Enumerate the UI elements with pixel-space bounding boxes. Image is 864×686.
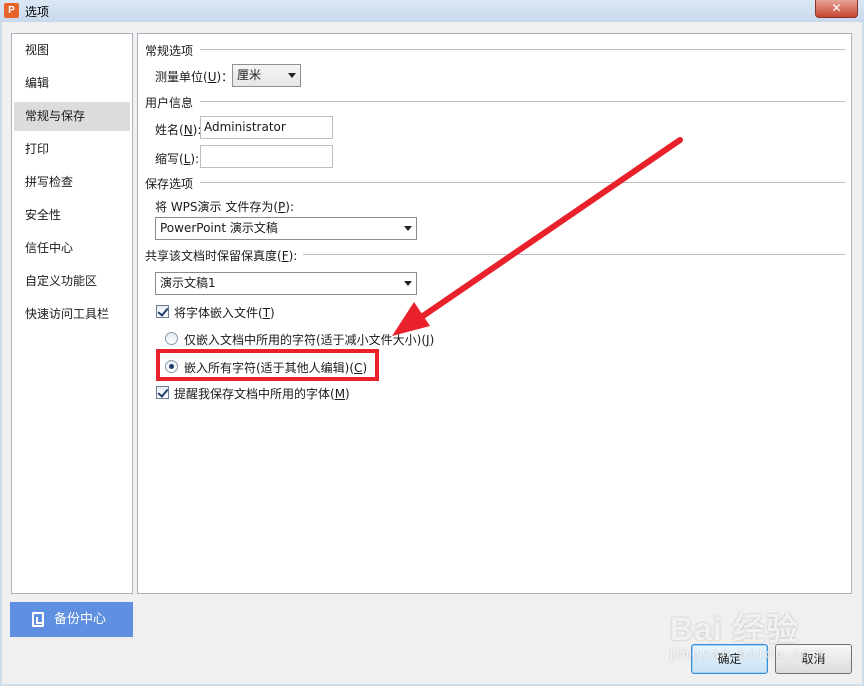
backup-icon — [32, 612, 44, 627]
ok-button[interactable]: 确定 — [691, 644, 768, 674]
nav-item[interactable]: 信任中心 — [14, 234, 130, 263]
embed-fonts-label: 将字体嵌入文件(T) — [174, 306, 275, 320]
embed-used-chars-radio[interactable] — [165, 332, 178, 345]
backup-center-button[interactable]: 备份中心 — [10, 602, 133, 637]
section-divider — [303, 254, 845, 255]
remind-fonts-label: 提醒我保存文档中所用的字体(M) — [174, 387, 350, 401]
options-dialog: 视图编辑常规与保存打印拼写检查安全性信任中心自定义功能区 快速访问工具栏 备份中心… — [2, 22, 862, 684]
backup-center-label: 备份中心 — [54, 612, 107, 627]
options-nav: 视图编辑常规与保存打印拼写检查安全性信任中心自定义功能区 快速访问工具栏 — [11, 33, 133, 594]
section-title-fidelity: 共享该文档时保留保真度(F): — [145, 249, 298, 263]
title-bar: P 选项 ✕ — [0, 0, 864, 22]
nav-item[interactable]: 自定义功能区 — [14, 267, 130, 296]
section-title-general: 常规选项 — [145, 44, 194, 58]
nav-item[interactable]: 常规与保存 — [14, 102, 130, 131]
nav-item[interactable]: 编辑 — [14, 69, 130, 98]
annotation-highlight-box — [156, 349, 379, 381]
remind-fonts-checkbox[interactable] — [156, 386, 169, 399]
embed-fonts-checkbox[interactable] — [156, 305, 169, 318]
chevron-down-icon — [404, 226, 412, 231]
section-divider — [200, 182, 845, 183]
unit-label: 测量单位(U)： — [155, 70, 234, 84]
nav-item[interactable]: 拼写检查 — [14, 168, 130, 197]
section-divider — [200, 101, 845, 102]
initials-label: 缩写(L): — [155, 152, 200, 166]
embed-used-chars-label: 仅嵌入文档中所用的字符(适于减小文件大小)(J) — [184, 333, 435, 347]
save-as-label: 将 WPS演示 文件存为(P): — [155, 200, 295, 214]
close-button[interactable]: ✕ — [815, 0, 858, 18]
name-label: 姓名(N): — [155, 123, 202, 137]
wps-presentation-icon: P — [4, 3, 19, 18]
cancel-button[interactable]: 取消 — [775, 644, 852, 674]
nav-item[interactable]: 快速访问工具栏 — [14, 300, 130, 329]
fidelity-document-select[interactable]: 演示文稿1 — [155, 272, 417, 295]
section-divider — [200, 49, 845, 50]
general-save-panel: 常规选项 测量单位(U)： 厘米 用户信息 姓名(N): Administrat… — [137, 33, 852, 594]
chevron-down-icon — [404, 281, 412, 286]
chevron-down-icon — [288, 73, 296, 78]
section-title-user-info: 用户信息 — [145, 96, 194, 110]
initials-input[interactable] — [200, 145, 333, 168]
save-as-format-select[interactable]: PowerPoint 演示文稿 — [155, 217, 417, 240]
window-title: 选项 — [25, 5, 50, 19]
section-title-save-options: 保存选项 — [145, 177, 194, 191]
nav-item[interactable]: 安全性 — [14, 201, 130, 230]
name-input[interactable]: Administrator — [200, 116, 333, 139]
nav-item[interactable]: 打印 — [14, 135, 130, 164]
unit-select[interactable]: 厘米 — [232, 64, 301, 87]
nav-item[interactable]: 视图 — [14, 36, 130, 65]
